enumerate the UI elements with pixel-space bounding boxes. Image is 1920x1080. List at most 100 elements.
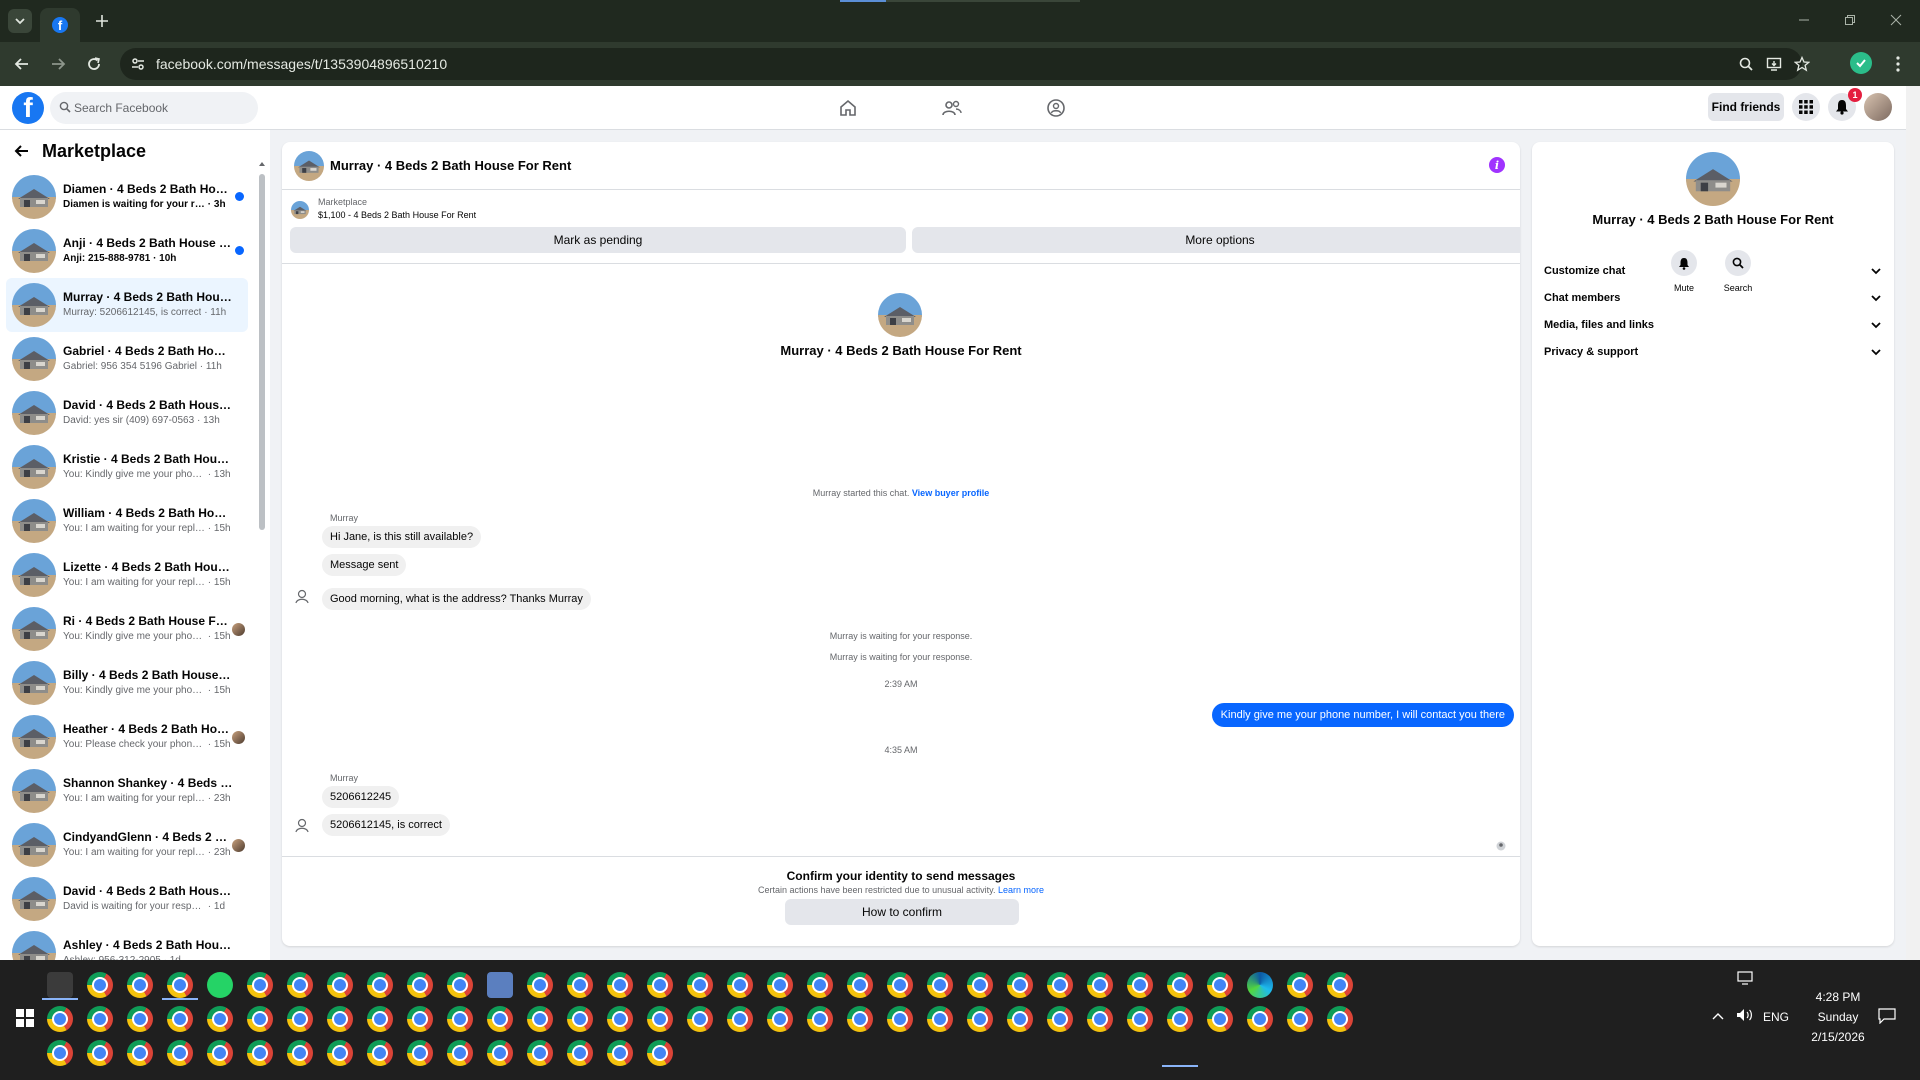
chrome-taskbar-icon[interactable]: [367, 1040, 393, 1066]
app-taskbar-icon[interactable]: [47, 972, 73, 998]
page-scrollbar[interactable]: [1906, 86, 1920, 960]
tray-overflow-icon[interactable]: [1712, 1012, 1724, 1020]
chrome-taskbar-icon[interactable]: [407, 1040, 433, 1066]
bookmark-star-icon[interactable]: [1792, 54, 1812, 74]
chrome-taskbar-icon[interactable]: [647, 1040, 673, 1066]
chrome-taskbar-icon[interactable]: [127, 1040, 153, 1066]
clock-time[interactable]: 4:28 PM: [1806, 990, 1870, 1004]
view-buyer-profile-link[interactable]: View buyer profile: [912, 488, 989, 498]
chrome-taskbar-icon[interactable]: [647, 1006, 673, 1032]
chrome-taskbar-icon[interactable]: [527, 972, 553, 998]
chrome-taskbar-icon[interactable]: [607, 1006, 633, 1032]
chrome-taskbar-icon[interactable]: [1327, 1006, 1353, 1032]
conversation-item[interactable]: Murray · 4 Beds 2 Bath House For Rent Mur…: [6, 278, 248, 332]
app-taskbar-icon[interactable]: [487, 972, 513, 998]
conversation-item[interactable]: Gabriel · 4 Beds 2 Bath House For Rent Ga…: [6, 332, 248, 386]
chrome-taskbar-icon[interactable]: [1127, 1006, 1153, 1032]
chrome-taskbar-icon[interactable]: [767, 972, 793, 998]
chrome-taskbar-icon[interactable]: [287, 1040, 313, 1066]
chrome-taskbar-icon[interactable]: [807, 1006, 833, 1032]
restore-button[interactable]: [1836, 8, 1864, 32]
message-bubble[interactable]: Good morning, what is the address? Thank…: [322, 588, 591, 610]
close-window-button[interactable]: [1882, 8, 1910, 32]
chrome-taskbar-icon[interactable]: [1007, 1006, 1033, 1032]
more-options-button[interactable]: More options: [912, 227, 1520, 253]
chrome-taskbar-icon[interactable]: [447, 1040, 473, 1066]
start-button[interactable]: [16, 1009, 34, 1027]
info-section[interactable]: Media, files and links: [1544, 312, 1882, 338]
find-friends-button[interactable]: Find friends: [1708, 93, 1784, 121]
chrome-taskbar-icon[interactable]: [367, 1006, 393, 1032]
clock-date[interactable]: 2/15/2026: [1796, 1030, 1880, 1044]
profile-extension-icon[interactable]: [1850, 52, 1872, 74]
nav-friends[interactable]: [936, 94, 968, 122]
back-button[interactable]: [8, 50, 36, 78]
conversation-item[interactable]: David · 4 Beds 2 Bath House For Rent Davi…: [6, 386, 248, 440]
conversation-item[interactable]: Anji · 4 Beds 2 Bath House For Rent Anji:…: [6, 224, 248, 278]
chrome-taskbar-icon[interactable]: [487, 1040, 513, 1066]
listing-title[interactable]: $1,100 - 4 Beds 2 Bath House For Rent: [318, 210, 476, 220]
conversation-item[interactable]: David · 4 Beds 2 Bath House For Rent Davi…: [6, 872, 248, 926]
chrome-taskbar-icon[interactable]: [887, 1006, 913, 1032]
chrome-taskbar-icon[interactable]: [767, 1006, 793, 1032]
site-info-icon[interactable]: [130, 56, 146, 72]
chrome-taskbar-icon[interactable]: [687, 972, 713, 998]
conversation-item[interactable]: Shannon Shankey · 4 Beds 2 Bath House Fo…: [6, 764, 248, 818]
info-section[interactable]: Chat members: [1544, 285, 1882, 311]
chrome-taskbar-icon[interactable]: [87, 1006, 113, 1032]
chrome-taskbar-icon[interactable]: [167, 1040, 193, 1066]
chrome-taskbar-icon[interactable]: [127, 1006, 153, 1032]
chrome-taskbar-icon[interactable]: [967, 972, 993, 998]
conversation-item[interactable]: Lizette · 4 Beds 2 Bath House For Rent Yo…: [6, 548, 248, 602]
chrome-taskbar-icon[interactable]: [447, 1006, 473, 1032]
chrome-taskbar-icon[interactable]: [327, 1006, 353, 1032]
scroll-thumb[interactable]: [259, 174, 265, 530]
chrome-taskbar-icon[interactable]: [967, 1006, 993, 1032]
chrome-taskbar-icon[interactable]: [567, 1006, 593, 1032]
chrome-taskbar-icon[interactable]: [447, 972, 473, 998]
chrome-taskbar-icon[interactable]: [87, 972, 113, 998]
chrome-taskbar-icon[interactable]: [807, 972, 833, 998]
facebook-logo-icon[interactable]: f: [12, 92, 44, 124]
browser-tab-facebook[interactable]: f: [40, 8, 80, 42]
chrome-taskbar-icon[interactable]: [1207, 1006, 1233, 1032]
browser-menu-button[interactable]: [1888, 52, 1908, 76]
chrome-taskbar-icon[interactable]: [1167, 1006, 1193, 1032]
learn-more-link[interactable]: Learn more: [998, 885, 1044, 895]
chrome-taskbar-icon[interactable]: [207, 1006, 233, 1032]
chat-title[interactable]: Murray · 4 Beds 2 Bath House For Rent: [330, 158, 571, 173]
back-arrow-icon[interactable]: [14, 143, 30, 159]
language-indicator[interactable]: ENG: [1763, 1010, 1789, 1024]
chrome-taskbar-icon[interactable]: [247, 1006, 273, 1032]
whatsapp-icon[interactable]: [207, 972, 233, 998]
sidebar-scrollbar[interactable]: [256, 160, 268, 960]
nav-groups[interactable]: [1040, 94, 1072, 122]
chrome-taskbar-icon[interactable]: [847, 972, 873, 998]
mark-as-pending-button[interactable]: Mark as pending: [290, 227, 906, 253]
chrome-taskbar-icon[interactable]: [927, 1006, 953, 1032]
chrome-taskbar-icon[interactable]: [1247, 1006, 1273, 1032]
chrome-taskbar-icon[interactable]: [247, 1040, 273, 1066]
message-bubble[interactable]: Hi Jane, is this still available?: [322, 526, 482, 548]
chrome-taskbar-icon[interactable]: [47, 1006, 73, 1032]
sender-avatar-icon[interactable]: [294, 588, 310, 604]
conversation-item[interactable]: Kristie · 4 Beds 2 Bath House For Rent Yo…: [6, 440, 248, 494]
chrome-taskbar-icon[interactable]: [167, 972, 193, 998]
chrome-taskbar-icon[interactable]: [1207, 972, 1233, 998]
address-bar[interactable]: facebook.com/messages/t/1353904896510210: [120, 48, 1810, 80]
conversation-item[interactable]: Billy · 4 Beds 2 Bath House For Rent You:…: [6, 656, 248, 710]
volume-icon[interactable]: [1736, 1008, 1754, 1022]
chrome-taskbar-icon[interactable]: [207, 1040, 233, 1066]
zoom-icon[interactable]: [1736, 54, 1756, 74]
chrome-taskbar-icon[interactable]: [327, 1040, 353, 1066]
forward-button[interactable]: [44, 50, 72, 78]
facebook-search[interactable]: [50, 92, 258, 124]
chrome-taskbar-icon[interactable]: [407, 1006, 433, 1032]
chrome-taskbar-icon[interactable]: [927, 972, 953, 998]
search-input[interactable]: [74, 92, 252, 124]
chrome-taskbar-icon[interactable]: [287, 972, 313, 998]
reload-button[interactable]: [80, 50, 108, 78]
conversation-item[interactable]: William · 4 Beds 2 Bath House For Rent Yo…: [6, 494, 248, 548]
account-avatar[interactable]: [1864, 93, 1892, 121]
chrome-taskbar-icon[interactable]: [367, 972, 393, 998]
